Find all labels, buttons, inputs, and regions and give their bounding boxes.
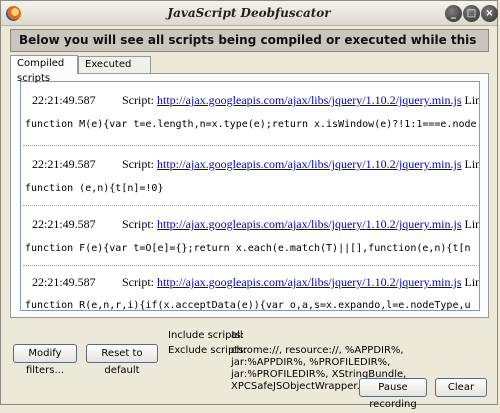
entry-script-link[interactable]: http://ajax.googleapis.com/ajax/libs/jqu…	[157, 157, 462, 171]
tab-executed-scripts[interactable]: Executed scripts	[78, 56, 151, 85]
entry-time: 22:21:49.587	[32, 93, 96, 107]
title-bar[interactable]: JavaScript Deobfuscator _ □ ×	[1, 1, 498, 26]
entry-line: Line: 4	[464, 157, 479, 171]
entry-time: 22:21:49.587	[32, 157, 96, 171]
entry-script-link[interactable]: http://ajax.googleapis.com/ajax/libs/jqu…	[157, 275, 462, 289]
list-item: 22:21:49.587 Script: http://ajax.googleap…	[21, 206, 479, 264]
maximize-icon[interactable]: □	[463, 5, 480, 22]
entry-line: Line: 5	[464, 275, 479, 289]
entry-code: function (e,n){t[n]=!0}	[25, 183, 164, 194]
script-log[interactable]: 22:21:49.587 Script: http://ajax.googleap…	[20, 81, 480, 311]
entry-script-label: Script:	[122, 275, 154, 289]
info-banner: Below you will see all scripts being com…	[10, 29, 489, 68]
entry-script-link[interactable]: http://ajax.googleapis.com/ajax/libs/jqu…	[157, 93, 462, 107]
list-item: 22:21:49.587 Script: http://ajax.googleap…	[21, 266, 479, 311]
close-icon[interactable]: ×	[481, 5, 498, 22]
entry-code: function F(e){var t=O[e]={};return x.eac…	[25, 243, 471, 254]
entry-time: 22:21:49.587	[32, 217, 96, 231]
include-scripts-value: all	[231, 330, 243, 341]
modify-filters-button[interactable]: Modify filters...	[13, 344, 77, 376]
compiled-scripts-panel: 22:21:49.587 Script: http://ajax.googleap…	[10, 73, 489, 318]
entry-line: Line: 4	[464, 217, 479, 231]
pause-recording-button[interactable]: Pause recording	[359, 378, 427, 410]
entry-script-label: Script:	[122, 157, 154, 171]
deobfuscator-window: JavaScript Deobfuscator _ □ × Below you …	[0, 0, 498, 410]
entry-script-link[interactable]: http://ajax.googleapis.com/ajax/libs/jqu…	[157, 217, 462, 231]
entry-code: function R(e,n,r,i){if(x.acceptData(e)){…	[25, 300, 471, 311]
minimize-icon[interactable]: _	[445, 5, 462, 22]
entry-time: 22:21:49.587	[32, 275, 96, 289]
window-title: JavaScript Deobfuscator	[167, 6, 331, 20]
entry-code: function M(e){var t=e.length,n=x.type(e)…	[25, 119, 477, 130]
tab-compiled-scripts[interactable]: Compiled scripts	[10, 55, 78, 84]
reset-default-button[interactable]: Reset to default	[86, 344, 158, 376]
list-item: 22:21:49.587 Script: http://ajax.googleap…	[21, 82, 479, 140]
clear-button[interactable]: Clear	[435, 378, 487, 397]
entry-line: Line: 4	[464, 93, 479, 107]
entry-script-label: Script:	[122, 93, 154, 107]
list-item: 22:21:49.587 Script: http://ajax.googleap…	[21, 146, 479, 204]
entry-script-label: Script:	[122, 217, 154, 231]
